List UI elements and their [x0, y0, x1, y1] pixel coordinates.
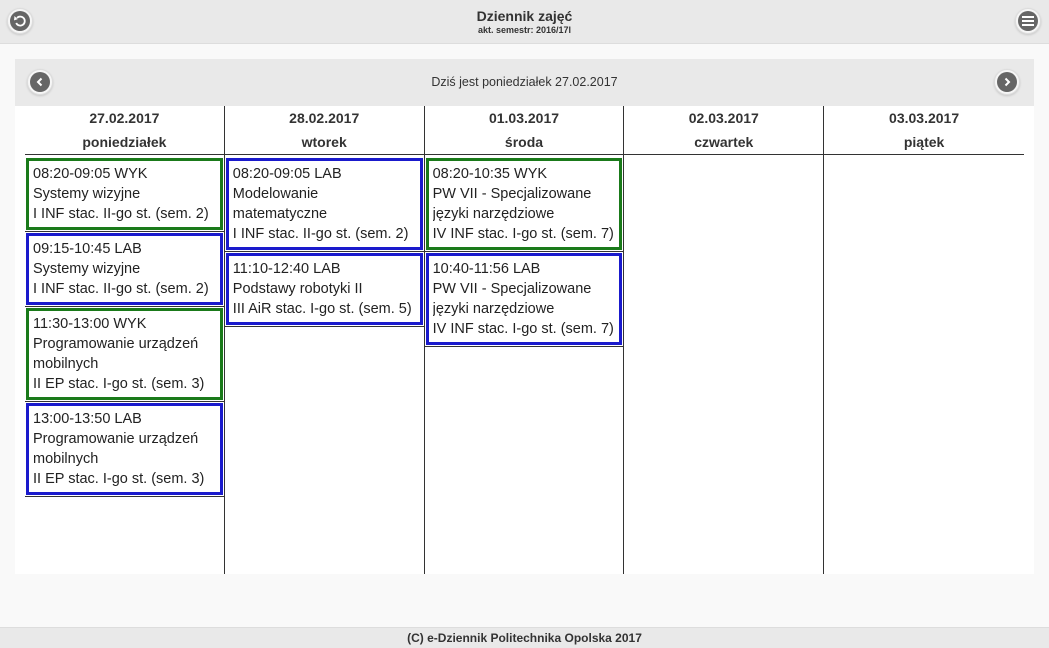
event-time: 10:40-11:56 LAB	[432, 261, 541, 277]
day-date: 28.02.2017	[289, 110, 360, 126]
event-group: IV INF stac. I-go st. (sem. 7)	[432, 321, 614, 337]
day-name: środa	[504, 134, 544, 150]
class-event[interactable]: 10:40-11:56 LAB PW VII - Specjalizowane …	[425, 253, 623, 345]
day-column-tuesday: 28.02.2017 wtorek 08:20-09:05 LAB Modelo…	[224, 106, 425, 574]
date-navigation-bar: Dziś jest poniedziałek 27.02.2017	[15, 59, 1034, 106]
event-time: 09:15-10:45 LAB	[33, 241, 142, 257]
menu-button[interactable]	[1015, 8, 1041, 34]
event-time: 13:00-13:50 LAB	[33, 411, 142, 427]
week-grid: 27.02.2017 poniedziałek 08:20-09:05 WYK …	[25, 106, 1024, 574]
semester-subtitle: akt. semestr: 2016/17l	[477, 25, 572, 35]
day-name: czwartek	[694, 134, 754, 150]
class-event[interactable]: 08:20-09:05 WYK Systemy wizyjne I INF st…	[26, 158, 223, 230]
event-time: 08:20-09:05 LAB	[232, 166, 342, 182]
day-header: 27.02.2017 poniedziałek	[25, 106, 224, 155]
day-header: 03.03.2017 piątek	[824, 106, 1024, 155]
day-date: 02.03.2017	[688, 110, 759, 126]
day-column-friday: 03.03.2017 piątek	[824, 106, 1024, 574]
back-button[interactable]	[7, 8, 33, 34]
chevron-right-icon	[1004, 77, 1011, 87]
day-name: poniedziałek	[82, 134, 167, 150]
class-event[interactable]: 08:20-10:35 WYK PW VII - Specjalizowane …	[425, 158, 623, 250]
event-group: I INF stac. II-go st. (sem. 2)	[232, 226, 409, 242]
day-name: wtorek	[301, 134, 347, 150]
event-time: 11:30-13:00 WYK	[33, 316, 147, 332]
day-header: 01.03.2017 środa	[424, 106, 624, 155]
page-title: Dziennik zajęć	[476, 8, 573, 24]
schedule-panel: Dziś jest poniedziałek 27.02.2017 27.02.…	[15, 59, 1034, 574]
class-event[interactable]: 08:20-09:05 LAB Modelowanie matematyczne…	[225, 158, 423, 250]
day-header: 02.03.2017 czwartek	[624, 106, 824, 155]
event-subject: Systemy wizyjne	[33, 261, 141, 277]
day-date: 27.02.2017	[89, 110, 160, 126]
event-subject: Systemy wizyjne	[33, 186, 141, 202]
event-group: I INF stac. II-go st. (sem. 2)	[33, 281, 209, 297]
next-week-button[interactable]	[994, 69, 1020, 95]
event-group: IV INF stac. I-go st. (sem. 7)	[432, 226, 614, 242]
day-column-wednesday: 01.03.2017 środa 08:20-10:35 WYK PW VII …	[424, 106, 625, 574]
event-group: I INF stac. II-go st. (sem. 2)	[33, 206, 209, 222]
day-name: piątek	[903, 134, 945, 150]
event-time: 08:20-09:05 WYK	[33, 166, 148, 182]
day-column-thursday: 02.03.2017 czwartek	[624, 106, 825, 574]
back-arrow-icon	[14, 15, 26, 27]
event-group: II EP stac. I-go st. (sem. 3)	[33, 471, 205, 487]
day-date: 03.03.2017	[889, 110, 960, 126]
event-subject: Modelowanie matematyczne	[232, 186, 328, 222]
class-event[interactable]: 11:10-12:40 LAB Podstawy robotyki II III…	[225, 253, 423, 325]
class-event[interactable]: 13:00-13:50 LAB Programowanie urządzeń m…	[26, 403, 223, 495]
event-subject: PW VII - Specjalizowane języki narzędzio…	[432, 186, 592, 222]
day-header: 28.02.2017 wtorek	[224, 106, 424, 155]
event-group: III AiR stac. I-go st. (sem. 5)	[232, 301, 412, 317]
event-time: 08:20-10:35 WYK	[432, 166, 548, 182]
event-group: II EP stac. I-go st. (sem. 3)	[33, 376, 205, 392]
class-event[interactable]: 11:30-13:00 WYK Programowanie urządzeń m…	[26, 308, 223, 400]
event-time: 11:10-12:40 LAB	[232, 261, 341, 277]
class-event[interactable]: 09:15-10:45 LAB Systemy wizyjne I INF st…	[26, 233, 223, 305]
event-subject: Programowanie urządzeń mobilnych	[33, 336, 199, 372]
day-column-monday: 27.02.2017 poniedziałek 08:20-09:05 WYK …	[25, 106, 225, 574]
day-date: 01.03.2017	[488, 110, 560, 126]
event-subject: PW VII - Specjalizowane języki narzędzio…	[432, 281, 592, 317]
footer-copyright: (C) e-Dziennik Politechnika Opolska 2017	[0, 627, 1049, 648]
today-label: Dziś jest poniedziałek 27.02.2017	[431, 75, 618, 89]
event-subject: Programowanie urządzeń mobilnych	[33, 431, 199, 467]
app-header: Dziennik zajęć akt. semestr: 2016/17l	[0, 0, 1049, 44]
event-subject: Podstawy robotyki II	[232, 281, 363, 297]
hamburger-menu-icon	[1022, 16, 1034, 26]
